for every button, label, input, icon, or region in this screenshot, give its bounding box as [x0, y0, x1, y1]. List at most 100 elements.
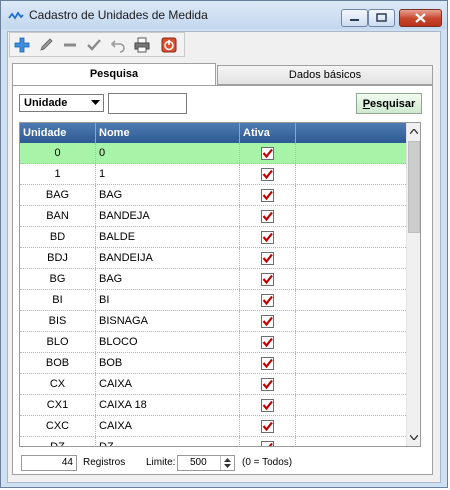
- cell-empty: [296, 227, 406, 247]
- checked-checkbox-icon[interactable]: [261, 335, 274, 349]
- search-field-value: Unidade: [24, 97, 68, 109]
- cell-nome: BAG: [96, 269, 240, 289]
- table-row[interactable]: BIS BISNAGA: [20, 311, 406, 332]
- checked-checkbox-icon[interactable]: [261, 314, 274, 328]
- table-row[interactable]: BDJ BANDEIJA: [20, 248, 406, 269]
- column-header-unidade[interactable]: Unidade: [20, 123, 96, 143]
- table-row[interactable]: BAN BANDEJA: [20, 206, 406, 227]
- cell-empty: [296, 332, 406, 352]
- cell-unidade: BLO: [20, 332, 96, 352]
- window: Cadastro de Unidades de Medida Pesquisa …: [0, 0, 448, 488]
- checked-checkbox-icon[interactable]: [261, 230, 274, 244]
- edit-button[interactable]: [37, 36, 55, 54]
- table-row[interactable]: BD BALDE: [20, 227, 406, 248]
- scroll-up-icon[interactable]: [407, 123, 420, 140]
- cell-empty: [296, 206, 406, 226]
- search-button[interactable]: Pesquisar: [356, 93, 422, 114]
- checked-checkbox-icon[interactable]: [261, 146, 274, 160]
- maximize-button[interactable]: [368, 9, 395, 27]
- dropdown-arrow-icon[interactable]: [87, 95, 103, 111]
- checked-checkbox-icon[interactable]: [261, 272, 274, 286]
- records-label: Registros: [83, 457, 126, 468]
- table-row[interactable]: DZ DZ: [20, 437, 406, 448]
- table-row[interactable]: BOB BOB: [20, 353, 406, 374]
- limit-hint: (0 = Todos): [242, 457, 293, 468]
- undo-icon: [110, 40, 125, 53]
- cell-unidade: CXC: [20, 416, 96, 436]
- tab-pesquisa[interactable]: Pesquisa: [12, 63, 216, 86]
- checked-checkbox-icon[interactable]: [261, 398, 274, 412]
- cell-ativa: [240, 395, 296, 415]
- table-row[interactable]: CX CAIXA: [20, 374, 406, 395]
- cell-empty: [296, 353, 406, 373]
- cell-unidade: BI: [20, 290, 96, 310]
- scrollbar-thumb[interactable]: [408, 141, 420, 233]
- table-row[interactable]: CX1 CAIXA 18: [20, 395, 406, 416]
- cell-ativa: [240, 185, 296, 205]
- search-input[interactable]: [108, 93, 187, 114]
- table-row[interactable]: 00: [20, 143, 406, 164]
- cell-unidade: 1: [20, 164, 96, 184]
- record-count: 44: [21, 455, 77, 471]
- cell-empty: [296, 143, 406, 163]
- cell-unidade: BIS: [20, 311, 96, 331]
- exit-button[interactable]: [160, 36, 178, 54]
- add-button[interactable]: [13, 36, 31, 54]
- minimize-button[interactable]: [341, 9, 368, 27]
- units-grid[interactable]: Unidade Nome Ativa 0 0 1 1 BAG BAG BAN BANDEJA B…: [19, 122, 421, 447]
- checked-checkbox-icon[interactable]: [261, 440, 274, 448]
- cell-empty: [296, 290, 406, 310]
- maximize-icon: [376, 13, 387, 22]
- checked-checkbox-icon[interactable]: [261, 167, 274, 181]
- limit-spinner[interactable]: 500: [177, 455, 235, 471]
- search-field-select[interactable]: Unidade: [19, 94, 104, 112]
- cell-ativa: [240, 311, 296, 331]
- checked-checkbox-icon[interactable]: [261, 377, 274, 391]
- cell-nome: BAG: [96, 185, 240, 205]
- grid-header: Unidade Nome Ativa: [20, 123, 406, 143]
- app-wave-icon: [8, 11, 24, 20]
- cell-nome: 1: [96, 164, 240, 184]
- table-row[interactable]: BI BI: [20, 290, 406, 311]
- minimize-icon: [350, 19, 359, 21]
- confirm-button[interactable]: [85, 36, 103, 54]
- checked-checkbox-icon[interactable]: [261, 419, 274, 433]
- cell-empty: [296, 311, 406, 331]
- limit-label: Limite:: [146, 457, 176, 468]
- close-button[interactable]: [399, 9, 442, 27]
- vertical-scrollbar[interactable]: [406, 123, 420, 446]
- checked-checkbox-icon[interactable]: [261, 356, 274, 370]
- cell-ativa: [240, 269, 296, 289]
- plus-icon: [14, 37, 30, 53]
- cell-nome: CAIXA 18: [96, 395, 240, 415]
- cell-empty: [296, 248, 406, 268]
- tab-strip: Pesquisa Dados básicos: [12, 63, 433, 86]
- cell-nome: CAIXA: [96, 374, 240, 394]
- cell-unidade: BOB: [20, 353, 96, 373]
- cell-ativa: [240, 206, 296, 226]
- table-row[interactable]: BG BAG: [20, 269, 406, 290]
- scroll-down-icon[interactable]: [407, 429, 420, 446]
- column-header-ativa[interactable]: Ativa: [240, 123, 296, 143]
- spinner-arrows-icon[interactable]: [220, 456, 234, 470]
- delete-button[interactable]: [61, 36, 79, 54]
- table-row[interactable]: 11: [20, 164, 406, 185]
- column-header-empty: [296, 123, 406, 143]
- cell-empty: [296, 395, 406, 415]
- checked-checkbox-icon[interactable]: [261, 251, 274, 265]
- tab-dados-basicos[interactable]: Dados básicos: [217, 65, 433, 85]
- checked-checkbox-icon[interactable]: [261, 209, 274, 223]
- table-row[interactable]: BAG BAG: [20, 185, 406, 206]
- column-header-nome[interactable]: Nome: [96, 123, 240, 143]
- cell-empty: [296, 185, 406, 205]
- checked-checkbox-icon[interactable]: [261, 188, 274, 202]
- cell-empty: [296, 374, 406, 394]
- print-button[interactable]: [133, 36, 151, 54]
- checked-checkbox-icon[interactable]: [261, 293, 274, 307]
- cell-unidade: CX1: [20, 395, 96, 415]
- table-row[interactable]: CXC CAIXA: [20, 416, 406, 437]
- cell-nome: BOB: [96, 353, 240, 373]
- undo-button[interactable]: [109, 36, 127, 54]
- printer-icon: [134, 37, 150, 53]
- table-row[interactable]: BLO BLOCO: [20, 332, 406, 353]
